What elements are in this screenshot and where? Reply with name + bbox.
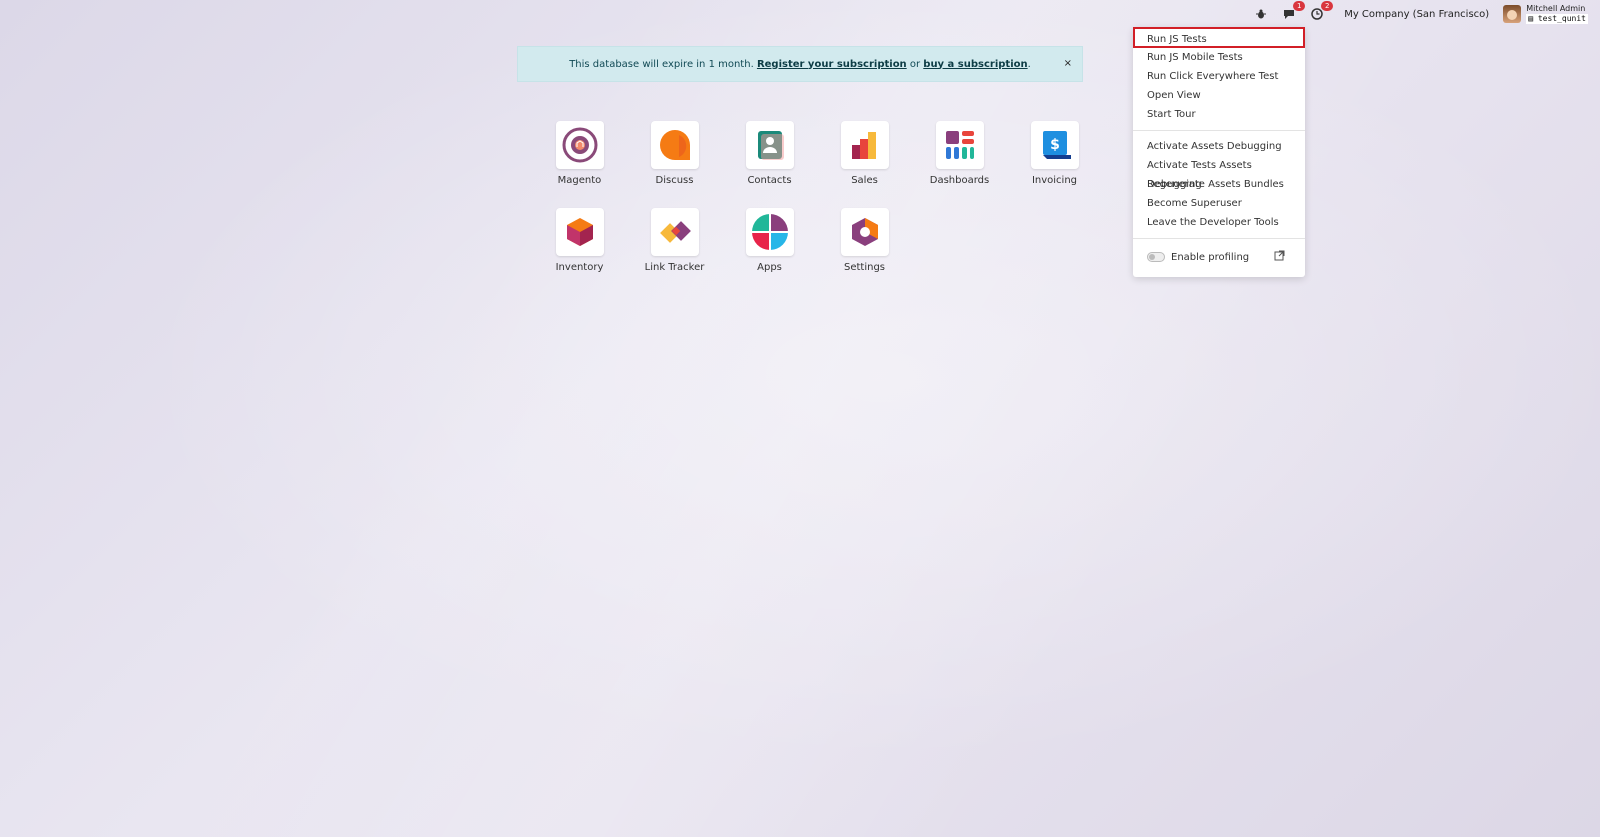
- app-settings[interactable]: Settings: [817, 208, 912, 273]
- app-discuss[interactable]: Discuss: [627, 121, 722, 186]
- database-name: ▤ test_qunit: [1526, 14, 1588, 24]
- invoicing-icon: $: [1030, 121, 1079, 169]
- menu-activate-tests-assets-debugging[interactable]: Activate Tests Assets Debugging: [1133, 156, 1305, 190]
- link-tracker-icon: [650, 208, 699, 256]
- close-icon[interactable]: ×: [1064, 58, 1072, 69]
- top-navbar: 1 2 My Company (San Francisco) Mitchell …: [1254, 0, 1600, 28]
- dashboards-icon: [935, 121, 984, 169]
- external-link-icon[interactable]: [1274, 250, 1285, 264]
- magento-icon: [555, 121, 604, 169]
- menu-run-click-everywhere-test[interactable]: Run Click Everywhere Test: [1133, 67, 1305, 86]
- sales-icon: [840, 121, 889, 169]
- register-subscription-link[interactable]: Register your subscription: [757, 59, 907, 70]
- buy-subscription-link[interactable]: buy a subscription: [923, 59, 1027, 70]
- menu-run-js-tests[interactable]: Run JS Tests: [1133, 27, 1305, 48]
- menu-regenerate-assets-bundles[interactable]: Regenerate Assets Bundles: [1133, 175, 1305, 194]
- menu-divider: [1133, 130, 1305, 131]
- menu-start-tour[interactable]: Start Tour: [1133, 105, 1305, 124]
- app-invoicing[interactable]: $ Invoicing: [1007, 121, 1102, 186]
- avatar: [1503, 5, 1522, 23]
- app-contacts[interactable]: Contacts: [722, 121, 817, 186]
- menu-open-view[interactable]: Open View: [1133, 86, 1305, 105]
- app-link-tracker[interactable]: Link Tracker: [627, 208, 722, 273]
- app-dashboards[interactable]: Dashboards: [912, 121, 1007, 186]
- inventory-icon: [555, 208, 604, 256]
- chat-badge: 1: [1293, 1, 1306, 11]
- profiling-label: Enable profiling: [1171, 251, 1250, 263]
- company-switcher[interactable]: My Company (San Francisco): [1344, 9, 1489, 20]
- developer-tools-menu: Run JS Tests Run JS Mobile Tests Run Cli…: [1133, 27, 1305, 277]
- user-menu[interactable]: Mitchell Admin ▤ test_qunit: [1503, 4, 1588, 24]
- activity-badge: 2: [1321, 1, 1334, 11]
- app-apps[interactable]: Apps: [722, 208, 817, 273]
- menu-activate-assets-debugging[interactable]: Activate Assets Debugging: [1133, 137, 1305, 156]
- settings-icon: [840, 208, 889, 256]
- app-inventory[interactable]: Inventory: [532, 208, 627, 273]
- chat-icon[interactable]: 1: [1282, 1, 1306, 21]
- profiling-row: Enable profiling: [1133, 245, 1305, 269]
- user-name: Mitchell Admin: [1526, 4, 1586, 13]
- apps-icon: [745, 208, 794, 256]
- app-magento[interactable]: Magento: [532, 121, 627, 186]
- discuss-icon: [650, 121, 699, 169]
- profiling-toggle[interactable]: [1147, 252, 1165, 262]
- activity-clock-icon[interactable]: 2: [1310, 1, 1334, 21]
- contacts-icon: [745, 121, 794, 169]
- app-sales[interactable]: Sales: [817, 121, 912, 186]
- menu-divider: [1133, 238, 1305, 239]
- svg-text:$: $: [1050, 137, 1060, 153]
- menu-run-js-mobile-tests[interactable]: Run JS Mobile Tests: [1133, 48, 1305, 67]
- expiration-banner: This database will expire in 1 month. Re…: [517, 46, 1083, 82]
- menu-leave-developer-tools[interactable]: Leave the Developer Tools: [1133, 213, 1305, 232]
- apps-grid: Magento Discuss Contacts Sales Dashboard…: [532, 121, 1102, 273]
- bug-icon[interactable]: [1254, 7, 1268, 21]
- banner-text: This database will expire in 1 month. Re…: [569, 58, 1031, 70]
- menu-become-superuser[interactable]: Become Superuser: [1133, 194, 1305, 213]
